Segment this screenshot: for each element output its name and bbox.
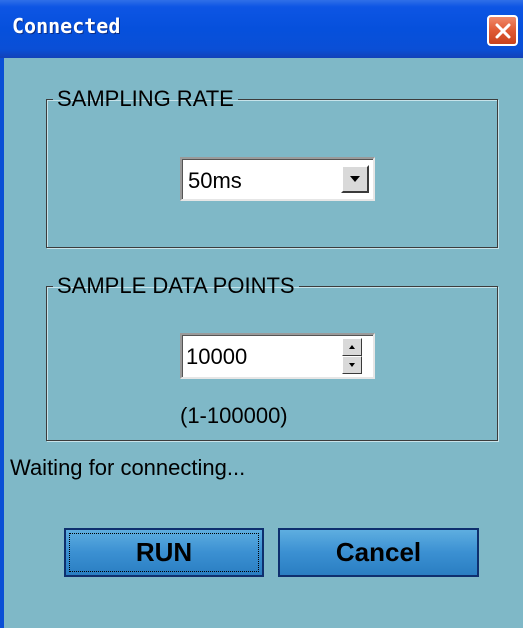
arrow-up-icon: [349, 345, 355, 349]
cancel-button[interactable]: Cancel: [278, 528, 479, 577]
sample-points-input[interactable]: 10000: [186, 344, 247, 370]
dropdown-button[interactable]: [341, 165, 369, 193]
chevron-down-icon: [350, 176, 360, 182]
window-left-border: [0, 58, 4, 628]
spin-down-button[interactable]: [342, 356, 362, 374]
sample-points-spinner[interactable]: 10000: [180, 333, 375, 379]
title-bar[interactable]: Connected: [0, 0, 523, 58]
cancel-button-label: Cancel: [335, 537, 422, 567]
sampling-rate-select[interactable]: 50ms: [180, 157, 375, 201]
dialog-window: Connected SAMPLING RATE 50ms SAMPLE DATA…: [0, 0, 523, 628]
run-button[interactable]: RUN: [64, 528, 264, 577]
sampling-rate-value: 50ms: [188, 168, 242, 193]
spin-up-button[interactable]: [342, 338, 362, 356]
window-title: Connected: [12, 14, 121, 38]
close-button[interactable]: [487, 15, 518, 46]
range-hint: (1-100000): [180, 403, 288, 428]
sample-points-legend: SAMPLE DATA POINTS: [57, 273, 295, 298]
run-button-label: RUN: [135, 537, 193, 567]
status-text: Waiting for connecting...: [10, 455, 246, 480]
close-icon: [495, 23, 510, 38]
arrow-down-icon: [349, 363, 355, 367]
sampling-rate-legend: SAMPLING RATE: [57, 86, 234, 111]
